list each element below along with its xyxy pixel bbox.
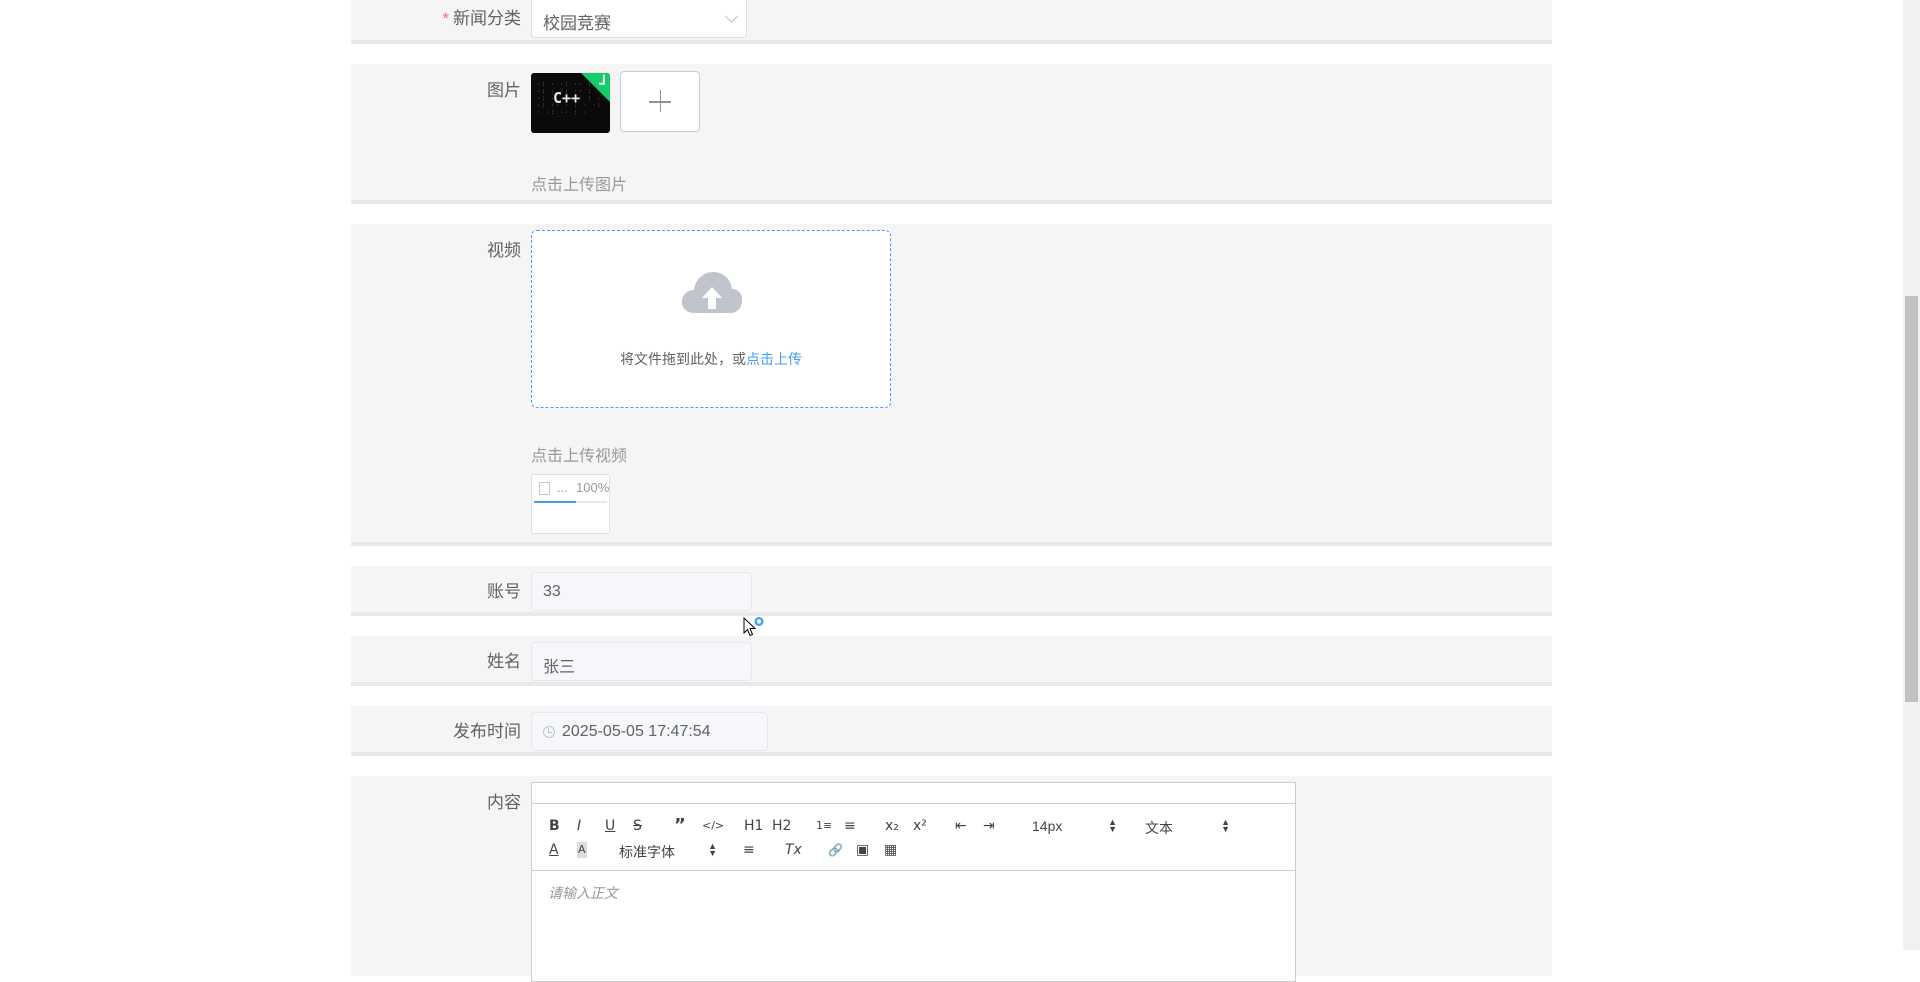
cloud-upload-icon: [681, 272, 743, 313]
progress-bar: [534, 501, 577, 503]
add-image-button[interactable]: [620, 71, 700, 132]
code-block-button[interactable]: </>: [702, 818, 724, 834]
document-icon: [539, 482, 550, 495]
publish-time-label: 发布时间: [453, 722, 521, 741]
image-upload-tip: 点击上传图片: [531, 177, 628, 194]
name-value: 张三: [543, 659, 576, 676]
video-upload-percent: 100%: [576, 480, 610, 495]
font-size-picker[interactable]: 14px ▲ ▼: [1032, 817, 1117, 835]
strike-button[interactable]: S: [633, 818, 642, 834]
category-select-value: 校园竞赛: [543, 14, 611, 33]
indent-button[interactable]: ⇥: [983, 818, 995, 834]
updown-icon: ▲ ▼: [708, 841, 717, 858]
account-label: 账号: [487, 582, 521, 601]
underline-button[interactable]: U: [605, 818, 615, 834]
content-label: 内容: [487, 793, 521, 812]
updown-icon: ▲ ▼: [1108, 817, 1117, 834]
uploaded-image-thumbnail[interactable]: ·: · ·: ·· : · ·: · ·: ·· : · ·: · ·: ··…: [531, 73, 610, 133]
publish-time-row: 发布时间 2025-05-05 17:47:54: [351, 706, 1552, 756]
uploaded-video-file[interactable]: ... 100%: [531, 474, 610, 534]
outdent-button[interactable]: ⇤: [955, 818, 967, 834]
content-row: 内容 B I U S ” </> H1 H2 1≡ ≡ x₂ x² ⇤ ⇥ 14…: [351, 776, 1552, 982]
account-input[interactable]: 33: [531, 572, 752, 611]
clock-icon: [543, 726, 555, 738]
ordered-list-button[interactable]: 1≡: [816, 818, 832, 834]
italic-button[interactable]: I: [577, 818, 581, 834]
dropzone-text: 将文件拖到此处，或点击上传: [620, 351, 802, 367]
click-upload-link[interactable]: 点击上传: [746, 351, 802, 367]
rich-text-editor[interactable]: B I U S ” </> H1 H2 1≡ ≡ x₂ x² ⇤ ⇥ 14px …: [531, 782, 1296, 982]
font-family-picker[interactable]: 标准字体 ▲ ▼: [619, 841, 717, 861]
text-color-button[interactable]: A: [549, 842, 559, 858]
video-upload-tip: 点击上传视频: [531, 448, 628, 465]
publish-time-input[interactable]: 2025-05-05 17:47:54: [531, 712, 768, 751]
required-mark: *: [442, 9, 449, 28]
image-row: 图片 ·: · ·: ·· : · ·: · ·: ·· : · ·: · ·:…: [351, 64, 1552, 204]
category-select[interactable]: 校园竞赛: [531, 0, 747, 38]
superscript-button[interactable]: x²: [913, 818, 927, 834]
bold-button[interactable]: B: [549, 818, 560, 834]
editor-placeholder: 请输入正文: [548, 885, 618, 901]
category-label: * 新闻分类: [442, 9, 521, 28]
name-row: 姓名 张三: [351, 636, 1552, 686]
category-row: * 新闻分类 校园竞赛: [351, 0, 1552, 44]
image-button[interactable]: ▣: [856, 842, 869, 858]
image-label: 图片: [487, 81, 521, 100]
video-row: 视频 将文件拖到此处，或点击上传 点击上传视频 ... 100%: [351, 224, 1552, 546]
header-1-button[interactable]: H1: [744, 818, 763, 834]
chevron-down-icon: [725, 10, 738, 23]
publish-time-value: 2025-05-05 17:47:54: [562, 723, 711, 740]
subscript-button[interactable]: x₂: [885, 818, 899, 834]
page-scrollbar[interactable]: [1903, 0, 1920, 950]
blockquote-button[interactable]: ”: [674, 817, 686, 835]
link-button[interactable]: 🔗: [828, 842, 843, 858]
video-button[interactable]: ▦: [884, 842, 897, 858]
scrollbar-thumb[interactable]: [1905, 296, 1918, 702]
thumbnail-text: C++: [553, 89, 581, 107]
background-color-button[interactable]: A: [577, 842, 587, 858]
clean-format-button[interactable]: Tx: [785, 842, 802, 858]
account-value: 33: [543, 583, 561, 600]
updown-icon: ▲ ▼: [1221, 817, 1230, 834]
header-2-button[interactable]: H2: [772, 818, 791, 834]
align-button[interactable]: ≡: [743, 842, 755, 858]
mouse-cursor-icon: [743, 617, 764, 637]
name-label: 姓名: [487, 652, 521, 671]
name-input[interactable]: 张三: [531, 642, 752, 681]
editor-toolbar: B I U S ” </> H1 H2 1≡ ≡ x₂ x² ⇤ ⇥ 14px …: [532, 803, 1295, 871]
video-label: 视频: [487, 241, 521, 260]
account-row: 账号 33: [351, 566, 1552, 616]
bullet-list-button[interactable]: ≡: [844, 818, 856, 834]
video-upload-dropzone[interactable]: 将文件拖到此处，或点击上传: [531, 230, 891, 408]
video-file-name: ...: [557, 480, 568, 495]
header-picker[interactable]: 文本 ▲ ▼: [1145, 817, 1230, 837]
